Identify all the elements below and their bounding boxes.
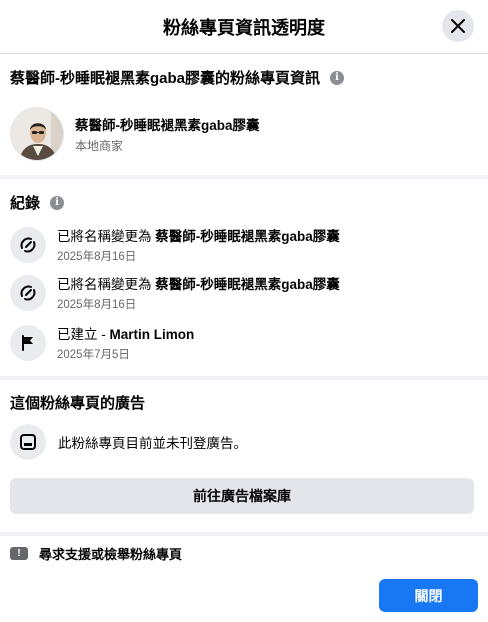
page-info-heading-text: 蔡醫師-秒睡眠褪黑素gaba膠囊的粉絲專頁資訊 <box>10 70 321 87</box>
dialog-header: 粉絲專頁資訊透明度 <box>0 0 488 54</box>
flag-icon <box>10 324 46 361</box>
avatar[interactable] <box>10 107 64 161</box>
section-divider <box>0 175 488 179</box>
report-link[interactable]: ! 尋求支援或檢舉粉絲專頁 <box>10 544 182 563</box>
section-divider <box>0 532 488 536</box>
page-transparency-dialog: 粉絲專頁資訊透明度 蔡醫師-秒睡眠褪黑素gaba膠囊的粉絲專頁資訊 i 蔡醫師-… <box>0 0 488 622</box>
ads-status: 此粉絲專頁目前並未刊登廣告。 <box>10 424 247 460</box>
section-divider <box>0 376 488 380</box>
page-name[interactable]: 蔡醫師-秒睡眠褪黑素gaba膠囊 <box>75 114 260 134</box>
history-text: 已將名稱變更為 蔡醫師-秒睡眠褪黑素gaba膠囊 2025年8月16日 <box>57 273 340 312</box>
page-identity: 蔡醫師-秒睡眠褪黑素gaba膠囊 本地商家 <box>10 107 260 161</box>
info-icon[interactable]: i <box>330 70 345 85</box>
history-text: 已建立 - Martin Limon 2025年7月5日 <box>57 323 194 362</box>
ad-library-button[interactable]: 前往廣告檔案庫 <box>10 478 474 514</box>
ads-heading-text: 這個粉絲專頁的廣告 <box>10 395 146 412</box>
rename-icon <box>10 226 46 263</box>
history-item: 已將名稱變更為 蔡醫師-秒睡眠褪黑素gaba膠囊 2025年8月16日 <box>10 273 340 312</box>
report-label: 尋求支援或檢舉粉絲專頁 <box>39 547 183 562</box>
history-heading-text: 紀錄 <box>10 195 41 212</box>
ads-status-text: 此粉絲專頁目前並未刊登廣告。 <box>58 436 247 451</box>
page-info-text: 蔡醫師-秒睡眠褪黑素gaba膠囊 本地商家 <box>75 114 260 154</box>
history-date: 2025年8月16日 <box>57 251 137 263</box>
history-title: 已將名稱變更為 蔡醫師-秒睡眠褪黑素gaba膠囊 <box>57 277 340 292</box>
rename-icon <box>10 274 46 311</box>
history-item: 已將名稱變更為 蔡醫師-秒睡眠褪黑素gaba膠囊 2025年8月16日 <box>10 225 340 264</box>
close-button[interactable]: 關閉 <box>379 579 478 612</box>
history-date: 2025年8月16日 <box>57 299 137 311</box>
ads-heading: 這個粉絲專頁的廣告 <box>10 392 145 413</box>
ad-icon <box>10 424 46 460</box>
history-title: 已將名稱變更為 蔡醫師-秒睡眠褪黑素gaba膠囊 <box>57 229 340 244</box>
history-title: 已建立 - Martin Limon <box>57 327 195 342</box>
page-category: 本地商家 <box>75 139 124 153</box>
page-info-heading: 蔡醫師-秒睡眠褪黑素gaba膠囊的粉絲專頁資訊 i <box>10 67 345 88</box>
avatar-photo <box>11 108 63 160</box>
close-icon <box>451 19 465 33</box>
info-icon[interactable]: i <box>50 195 65 210</box>
history-text: 已將名稱變更為 蔡醫師-秒睡眠褪黑素gaba膠囊 2025年8月16日 <box>57 225 340 264</box>
history-date: 2025年7月5日 <box>57 349 130 361</box>
close-icon-button[interactable] <box>442 10 474 42</box>
history-item: 已建立 - Martin Limon 2025年7月5日 <box>10 323 194 362</box>
dialog-title: 粉絲專頁資訊透明度 <box>163 17 325 38</box>
warning-icon: ! <box>10 547 28 560</box>
history-heading: 紀錄 i <box>10 192 65 213</box>
